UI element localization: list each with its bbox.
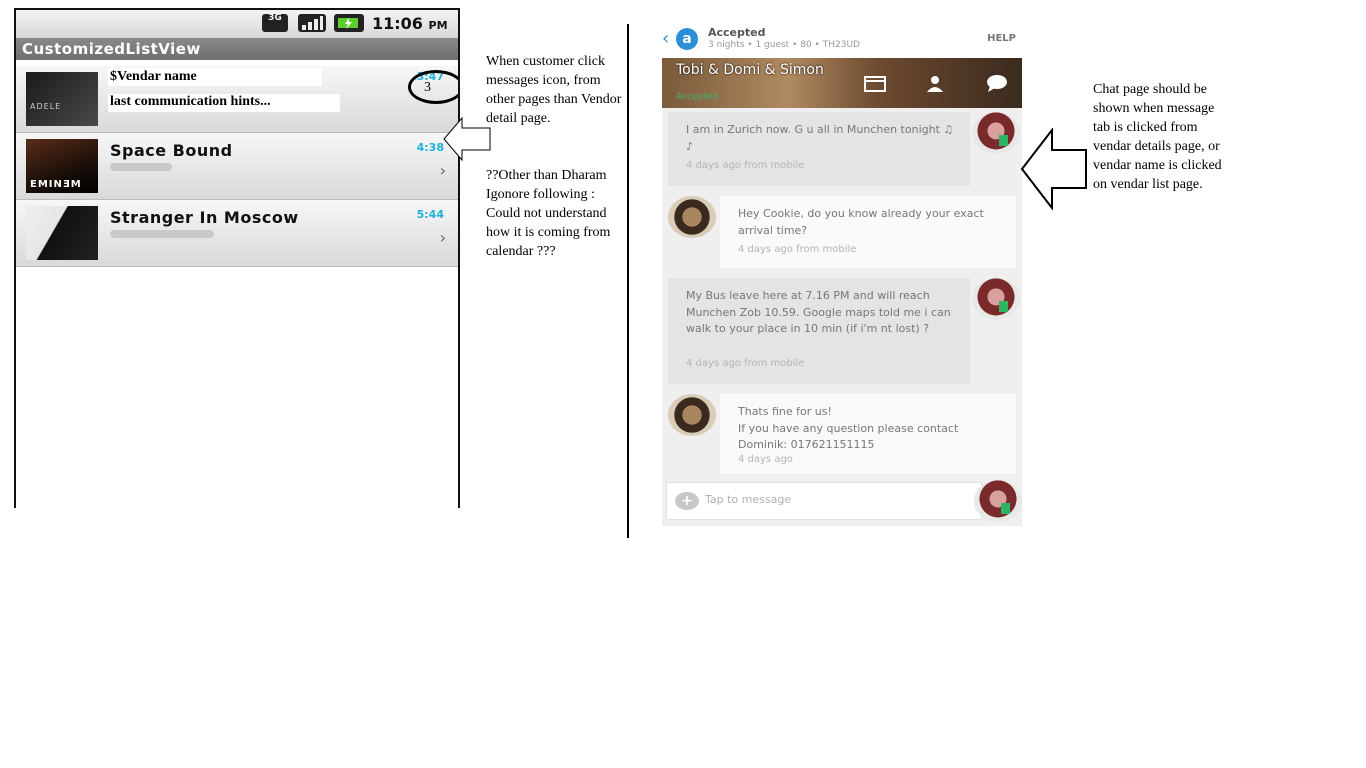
message-text: I am in Zurich now. G u all in Munchen t… xyxy=(686,123,954,153)
help-link[interactable]: HELP xyxy=(987,33,1016,44)
message-input[interactable]: + Tap to message xyxy=(666,482,982,520)
reservation-status: Accepted xyxy=(708,26,766,39)
avatar xyxy=(972,278,1020,320)
list-item-vendor[interactable]: ADELE $Vendar name last communication hi… xyxy=(16,66,458,133)
thumb-label: EMINƎM xyxy=(30,179,82,190)
row-title: Stranger In Moscow xyxy=(110,208,299,227)
message-text: My Bus leave here at 7.16 PM and will re… xyxy=(686,289,951,335)
reservation-details: 3 nights • 1 guest • 80 • TH23UD xyxy=(708,40,860,50)
message-text: Thats fine for us! If you have any quest… xyxy=(738,405,959,451)
chat-message-sent: I am in Zurich now. G u all in Munchen t… xyxy=(668,112,970,186)
thumb-label: ADELE xyxy=(30,102,62,111)
unread-badge-circle xyxy=(408,70,458,104)
status-bar: 3G 11:06 PM xyxy=(16,10,458,38)
avatar xyxy=(974,480,1022,522)
status-time: 11:06 xyxy=(372,14,423,33)
message-timestamp: 4 days ago from mobile xyxy=(738,244,857,255)
avatar xyxy=(668,196,716,238)
chat-message-sent: My Bus leave here at 7.16 PM and will re… xyxy=(668,278,970,384)
message-timestamp: 4 days ago xyxy=(738,454,793,465)
network-3g-icon: 3G xyxy=(262,14,288,32)
annotation-note: Chat page should be shown when message t… xyxy=(1093,82,1222,192)
status-ampm: PM xyxy=(428,19,448,32)
row-subtitle-blur xyxy=(110,163,172,171)
last-communication-hint: last communication hints... xyxy=(110,94,271,109)
unread-count: 3 xyxy=(424,80,431,95)
hollow-arrow-left-icon xyxy=(1020,128,1087,210)
status-clock: 11:06 PM xyxy=(372,14,448,33)
airbnb-logo-icon: a xyxy=(676,28,698,50)
message-timestamp: 4 days ago from mobile xyxy=(686,160,805,171)
annotation-note: ??Other than Dharam Igonore following : … xyxy=(486,168,611,259)
chat-message-received: Hey Cookie, do you know already your exa… xyxy=(720,196,1016,268)
calendar-icon[interactable] xyxy=(864,74,886,92)
album-thumbnail: EMINƎM xyxy=(26,139,98,193)
chat-banner: Tobi & Domi & Simon Accepted xyxy=(662,58,1022,108)
app-title: CustomizedListView xyxy=(22,40,201,58)
chat-message-received: Thats fine for us! If you have any quest… xyxy=(720,394,1016,474)
chat-page-mockup: ‹ a Accepted 3 nights • 1 guest • 80 • T… xyxy=(662,22,1022,526)
row-time: 4:38 xyxy=(416,141,444,154)
chat-header: ‹ a Accepted 3 nights • 1 guest • 80 • T… xyxy=(662,22,1022,58)
album-thumbnail: ADELE xyxy=(26,72,98,126)
chevron-left-icon[interactable]: ‹ xyxy=(662,28,669,49)
banner-title: Tobi & Domi & Simon xyxy=(676,62,824,78)
row-title: Space Bound xyxy=(110,141,233,160)
list-item[interactable]: Stranger In Moscow 5:44 › xyxy=(16,200,458,267)
app-title-bar: CustomizedListView xyxy=(16,38,458,60)
vertical-divider xyxy=(627,24,629,538)
annotation-note: When customer click messages icon, from … xyxy=(486,54,622,126)
person-icon[interactable] xyxy=(924,74,946,92)
chevron-right-icon: › xyxy=(439,228,446,247)
avatar xyxy=(668,394,716,436)
message-text: Hey Cookie, do you know already your exa… xyxy=(738,207,984,237)
row-subtitle-blur xyxy=(110,230,214,238)
message-timestamp: 4 days ago from mobile xyxy=(686,358,805,369)
vendor-name[interactable]: $Vendar name xyxy=(110,69,197,85)
avatar xyxy=(972,112,1020,154)
banner-status: Accepted xyxy=(676,92,718,102)
album-thumbnail xyxy=(26,206,98,260)
signal-icon xyxy=(298,14,326,32)
network-label: 3G xyxy=(268,13,282,23)
battery-icon xyxy=(334,14,364,32)
hollow-arrow-left-icon xyxy=(443,116,491,162)
chat-bubble-icon[interactable] xyxy=(986,74,1008,92)
plus-icon[interactable]: + xyxy=(675,492,699,510)
message-placeholder: Tap to message xyxy=(705,493,792,506)
list-item[interactable]: EMINƎM Space Bound 4:38 › xyxy=(16,133,458,200)
android-list-mockup: 3G 11:06 PM CustomizedListView ADELE $Ve… xyxy=(14,8,460,508)
row-time: 5:44 xyxy=(416,208,444,221)
